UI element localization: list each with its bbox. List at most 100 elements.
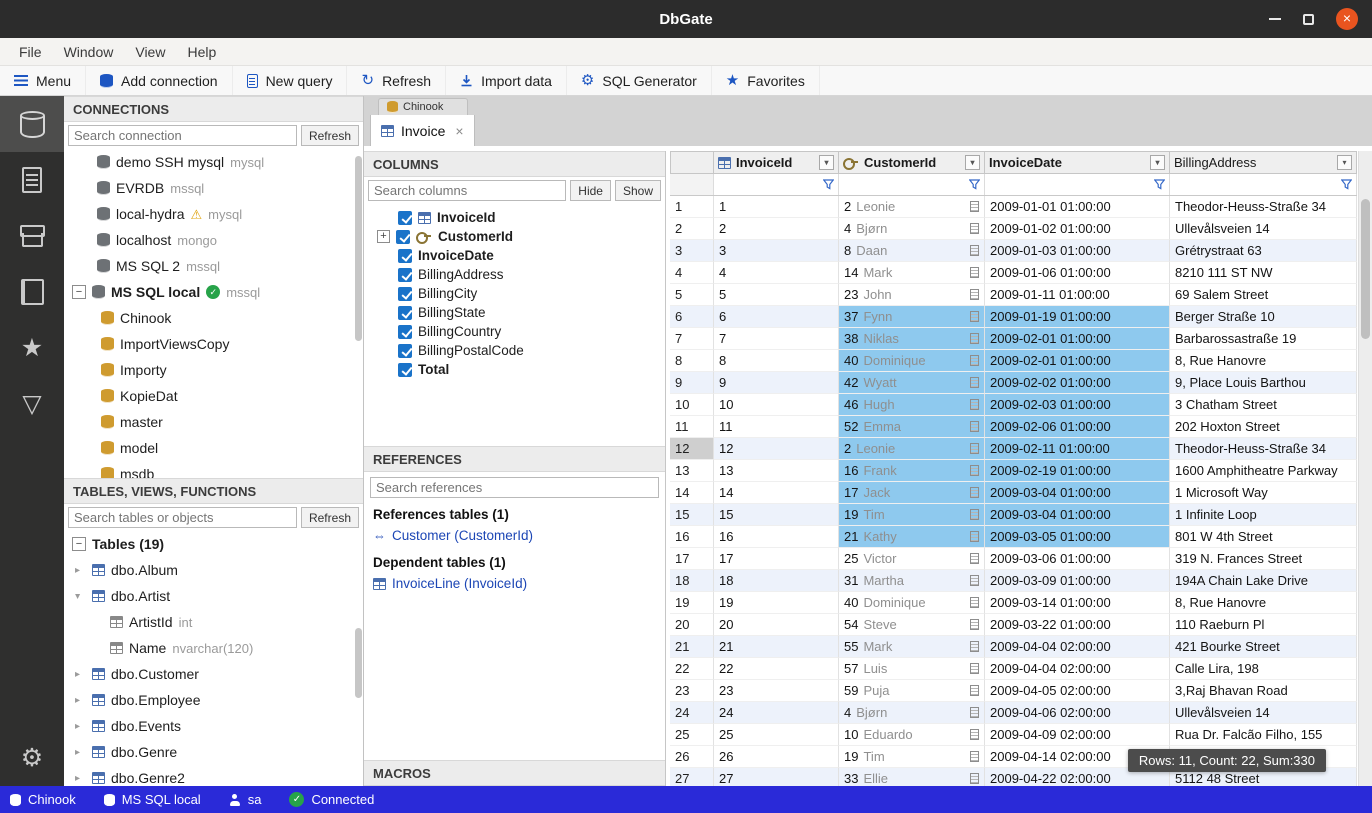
cell-billingaddress[interactable]: Ullevålsveien 14 [1170, 218, 1357, 240]
cell-customerid[interactable]: 17 Jack [839, 482, 985, 504]
tables-refresh-button[interactable]: Refresh [301, 507, 359, 528]
open-referenced-record-icon[interactable] [970, 355, 979, 366]
cell-customerid[interactable]: 4 Bjørn [839, 218, 985, 240]
maximize-icon[interactable] [1303, 14, 1314, 25]
column-menu-icon[interactable]: ▾ [965, 155, 980, 170]
column-menu-icon[interactable]: ▾ [1337, 155, 1352, 170]
row-number-cell[interactable]: 18 [670, 570, 714, 592]
table-tree-item[interactable]: Name nvarchar(120) [64, 635, 363, 661]
cell-invoiceid[interactable]: 19 [714, 592, 839, 614]
cell-customerid[interactable]: 40 Dominique [839, 350, 985, 372]
open-referenced-record-icon[interactable] [970, 641, 979, 652]
cell-invoiceid[interactable]: 12 [714, 438, 839, 460]
open-referenced-record-icon[interactable] [970, 575, 979, 586]
chevron-icon[interactable]: ▸ [75, 695, 80, 706]
chevron-icon[interactable]: ▸ [72, 593, 83, 598]
cell-invoicedate[interactable]: 2009-02-03 01:00:00 [985, 394, 1170, 416]
cell-invoiceid[interactable]: 18 [714, 570, 839, 592]
cell-invoicedate[interactable]: 2009-01-11 01:00:00 [985, 284, 1170, 306]
row-number-cell[interactable]: 27 [670, 768, 714, 786]
open-referenced-record-icon[interactable] [970, 487, 979, 498]
cell-invoicedate[interactable]: 2009-03-09 01:00:00 [985, 570, 1170, 592]
row-number-cell[interactable]: 2 [670, 218, 714, 240]
cell-customerid[interactable]: 55 Mark [839, 636, 985, 658]
column-checkbox[interactable] [398, 287, 412, 301]
connection-item[interactable]: ImportViewsCopy [64, 331, 363, 357]
filter-billingaddress-input[interactable] [1172, 176, 1338, 194]
row-number-cell[interactable]: 24 [670, 702, 714, 724]
cell-customerid[interactable]: 52 Emma [839, 416, 985, 438]
header-customerid[interactable]: CustomerId ▾ [839, 151, 985, 174]
cell-invoiceid[interactable]: 13 [714, 460, 839, 482]
cell-invoiceid[interactable]: 24 [714, 702, 839, 724]
cell-billingaddress[interactable]: Berger Straße 10 [1170, 306, 1357, 328]
cell-invoicedate[interactable]: 2009-03-04 01:00:00 [985, 482, 1170, 504]
row-number-cell[interactable]: 26 [670, 746, 714, 768]
rail-plugins-button[interactable] [0, 264, 64, 320]
scrollbar-thumb[interactable] [355, 628, 362, 698]
column-item[interactable]: + CustomerId [364, 227, 665, 246]
favorites-button[interactable]: ★ Favorites [712, 66, 820, 95]
header-invoiceid[interactable]: InvoiceId ▾ [714, 151, 839, 174]
open-referenced-record-icon[interactable] [970, 751, 979, 762]
cell-billingaddress[interactable]: 8, Rue Hanovre [1170, 350, 1357, 372]
open-referenced-record-icon[interactable] [970, 201, 979, 212]
column-item[interactable]: Total [364, 360, 665, 379]
column-checkbox[interactable] [398, 325, 412, 339]
cell-customerid[interactable]: 14 Mark [839, 262, 985, 284]
cell-invoicedate[interactable]: 2009-04-05 02:00:00 [985, 680, 1170, 702]
cell-billingaddress[interactable]: 3 Chatham Street [1170, 394, 1357, 416]
cell-billingaddress[interactable]: 1 Microsoft Way [1170, 482, 1357, 504]
cell-invoicedate[interactable]: 2009-04-04 02:00:00 [985, 636, 1170, 658]
filter-funnel-button[interactable] [1151, 176, 1167, 194]
cell-invoiceid[interactable]: 14 [714, 482, 839, 504]
open-referenced-record-icon[interactable] [970, 663, 979, 674]
row-number-cell[interactable]: 13 [670, 460, 714, 482]
cell-customerid[interactable]: 21 Kathy [839, 526, 985, 548]
chevron-icon[interactable]: ▸ [75, 565, 80, 576]
cell-invoiceid[interactable]: 3 [714, 240, 839, 262]
table-tree-item[interactable]: ▸ dbo.Customer [64, 661, 363, 687]
row-number-cell[interactable]: 11 [670, 416, 714, 438]
cell-customerid[interactable]: 10 Eduardo [839, 724, 985, 746]
column-item[interactable]: BillingState [364, 303, 665, 322]
show-column-button[interactable]: Show [615, 180, 661, 201]
filter-funnel-button[interactable] [820, 176, 836, 194]
cell-billingaddress[interactable]: 202 Hoxton Street [1170, 416, 1357, 438]
cell-invoiceid[interactable]: 21 [714, 636, 839, 658]
search-connection-input[interactable] [68, 125, 297, 146]
row-number-cell[interactable]: 6 [670, 306, 714, 328]
open-referenced-record-icon[interactable] [970, 245, 979, 256]
collapse-expander-icon[interactable]: − [72, 537, 86, 551]
reference-link-customer[interactable]: ⇔ Customer (CustomerId) [370, 525, 659, 546]
cell-invoicedate[interactable]: 2009-01-06 01:00:00 [985, 262, 1170, 284]
connection-item[interactable]: KopieDat [64, 383, 363, 409]
header-billingaddress[interactable]: BillingAddress ▾ [1170, 151, 1357, 174]
connection-item[interactable]: Importy [64, 357, 363, 383]
close-icon[interactable]: × [1336, 8, 1358, 30]
cell-invoicedate[interactable]: 2009-01-02 01:00:00 [985, 218, 1170, 240]
cell-customerid[interactable]: 2 Leonie [839, 438, 985, 460]
connection-item[interactable]: msdb [64, 461, 363, 478]
connection-item[interactable]: demo SSH mysql mysql [64, 149, 363, 175]
scrollbar-thumb[interactable] [1361, 199, 1370, 339]
row-number-cell[interactable]: 16 [670, 526, 714, 548]
table-tree-item[interactable]: ▸ dbo.Genre2 [64, 765, 363, 786]
open-referenced-record-icon[interactable] [970, 333, 979, 344]
row-number-cell[interactable]: 5 [670, 284, 714, 306]
cell-invoiceid[interactable]: 15 [714, 504, 839, 526]
cell-billingaddress[interactable]: 8210 111 ST NW [1170, 262, 1357, 284]
connection-item[interactable]: master [64, 409, 363, 435]
chevron-icon[interactable]: ▸ [75, 773, 80, 784]
rail-files-button[interactable] [0, 152, 64, 208]
open-referenced-record-icon[interactable] [970, 267, 979, 278]
cell-customerid[interactable]: 16 Frank [839, 460, 985, 482]
row-number-cell[interactable]: 21 [670, 636, 714, 658]
open-referenced-record-icon[interactable] [970, 465, 979, 476]
cell-invoicedate[interactable]: 2009-03-22 01:00:00 [985, 614, 1170, 636]
open-referenced-record-icon[interactable] [970, 685, 979, 696]
connection-item[interactable]: model [64, 435, 363, 461]
cell-billingaddress[interactable]: Theodor-Heuss-Straße 34 [1170, 438, 1357, 460]
table-tree-item[interactable]: ▸ dbo.Album [64, 557, 363, 583]
column-checkbox[interactable] [398, 211, 412, 225]
